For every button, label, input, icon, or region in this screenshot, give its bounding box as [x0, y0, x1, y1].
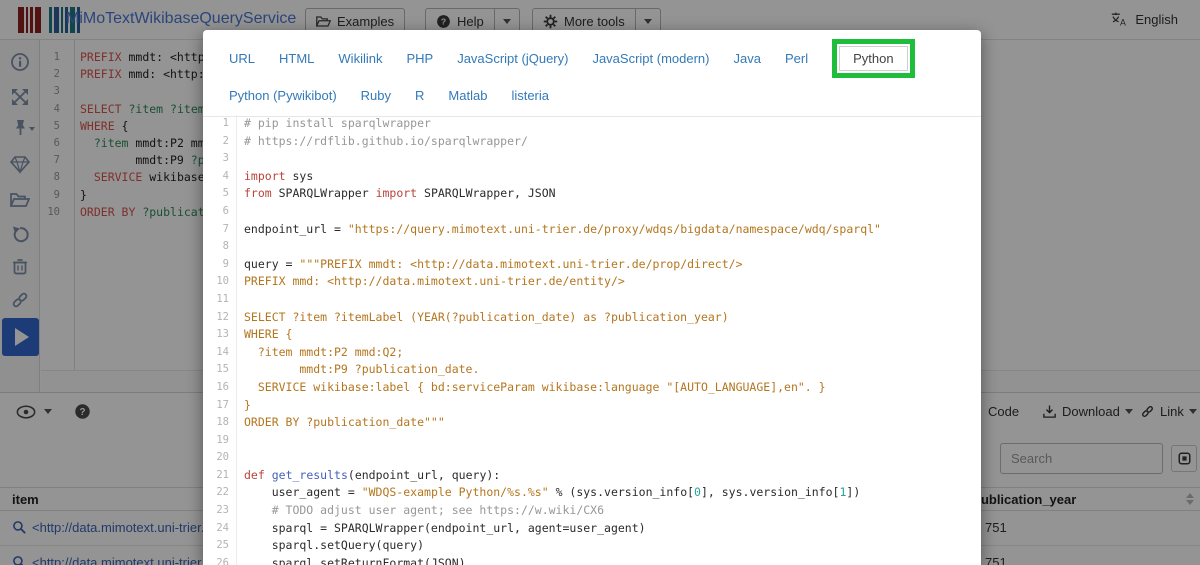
tab-url[interactable]: URL	[229, 51, 255, 66]
tab-html[interactable]: HTML	[279, 51, 314, 66]
highlight-box: Python	[832, 38, 915, 78]
code-line: 26 sparql.setReturnFormat(JSON)	[203, 554, 981, 565]
tabs-row-2: Python (Pywikibot) Ruby R Matlab listeria	[203, 84, 981, 106]
tab-listeria[interactable]: listeria	[511, 88, 549, 103]
line-number: 9	[203, 255, 237, 274]
line-number: 6	[203, 202, 237, 221]
language-tabs: URL HTML Wikilink PHP JavaScript (jQuery) Jav…	[203, 30, 981, 117]
code-line: 16 SERVICE wikibase:label { bd:servicePa…	[203, 378, 981, 397]
code-line: 19	[203, 431, 981, 450]
tab-python[interactable]: Python	[839, 45, 908, 71]
code-line: 6	[203, 202, 981, 221]
code-line: 18 ORDER BY ?publication_date"""	[203, 414, 981, 432]
code-line: 14 ?item mmdt:P2 mmd:Q2;	[203, 343, 981, 362]
tab-r[interactable]: R	[415, 88, 424, 103]
code-line: 8	[203, 238, 981, 256]
code-line: 7 endpoint_url = "https://query.mimotext.…	[203, 220, 981, 239]
line-number: 11	[203, 290, 237, 309]
tab-matlab[interactable]: Matlab	[448, 88, 487, 103]
code-line: 15 mmdt:P9 ?publication_date.	[203, 361, 981, 379]
code-line: 22 user_agent = "WDQS-example Python/%s.…	[203, 484, 981, 503]
line-number: 5	[203, 185, 237, 203]
code-line: 13 WHERE {	[203, 326, 981, 344]
code-line: 25 sparql.setQuery(query)	[203, 537, 981, 555]
tab-php[interactable]: PHP	[406, 51, 433, 66]
line-number: 21	[203, 466, 237, 485]
line-number: 2	[203, 132, 237, 151]
code-examples-dialog: URL HTML Wikilink PHP JavaScript (jQuery) Jav…	[203, 30, 981, 565]
line-number: 23	[203, 502, 237, 520]
tab-javascript-jquery[interactable]: JavaScript (jQuery)	[457, 51, 568, 66]
code-line: 5 from SPARQLWrapper import SPARQLWrapper…	[203, 185, 981, 203]
code-line: 2 # https://rdflib.github.io/sparqlwrappe…	[203, 132, 981, 151]
line-number: 25	[203, 537, 237, 555]
tab-java[interactable]: Java	[734, 51, 761, 66]
tab-ruby[interactable]: Ruby	[361, 88, 391, 103]
code-line: 9 query = """PREFIX mmdt: <http://data.mi…	[203, 255, 981, 274]
line-number: 18	[203, 414, 237, 432]
line-number: 4	[203, 167, 237, 186]
code-line: 17}	[203, 396, 981, 415]
code-line: 21 def get_results(endpoint_url, query):	[203, 466, 981, 485]
line-number: 19	[203, 431, 237, 450]
line-number: 8	[203, 238, 237, 256]
code-line: 1 # pip install sparqlwrapper	[203, 115, 981, 133]
line-number: 20	[203, 449, 237, 467]
python-code-view: 1 # pip install sparqlwrapper 2 # https://r…	[203, 113, 981, 565]
line-number: 26	[203, 554, 237, 565]
line-number: 22	[203, 484, 237, 503]
line-number: 12	[203, 308, 237, 327]
code-line: 24 sparql = SPARQLWrapper(endpoint_url, …	[203, 519, 981, 538]
tabs-row-1: URL HTML Wikilink PHP JavaScript (jQuery) Jav…	[203, 36, 981, 80]
line-number: 7	[203, 220, 237, 239]
line-number: 13	[203, 326, 237, 344]
code-line: 12 SELECT ?item ?itemLabel (YEAR(?publica…	[203, 308, 981, 327]
line-number: 3	[203, 150, 237, 168]
code-line: 3	[203, 150, 981, 168]
line-number: 17	[203, 396, 237, 415]
code-line: 4 import sys	[203, 167, 981, 186]
code-line: 10 PREFIX mmd: <http://data.mimotext.uni-…	[203, 273, 981, 291]
code-line: 23 # TODO adjust user agent; see https:/…	[203, 502, 981, 520]
tab-wikilink[interactable]: Wikilink	[338, 51, 382, 66]
line-number: 15	[203, 361, 237, 379]
line-number: 14	[203, 343, 237, 362]
tab-javascript-modern[interactable]: JavaScript (modern)	[592, 51, 709, 66]
line-number: 1	[203, 115, 237, 133]
tab-python-pywikibot[interactable]: Python (Pywikibot)	[229, 88, 337, 103]
line-number: 24	[203, 519, 237, 538]
line-number: 10	[203, 273, 237, 291]
tab-perl[interactable]: Perl	[785, 51, 808, 66]
line-number: 16	[203, 378, 237, 397]
code-line: 11	[203, 290, 981, 309]
code-line: 20	[203, 449, 981, 467]
